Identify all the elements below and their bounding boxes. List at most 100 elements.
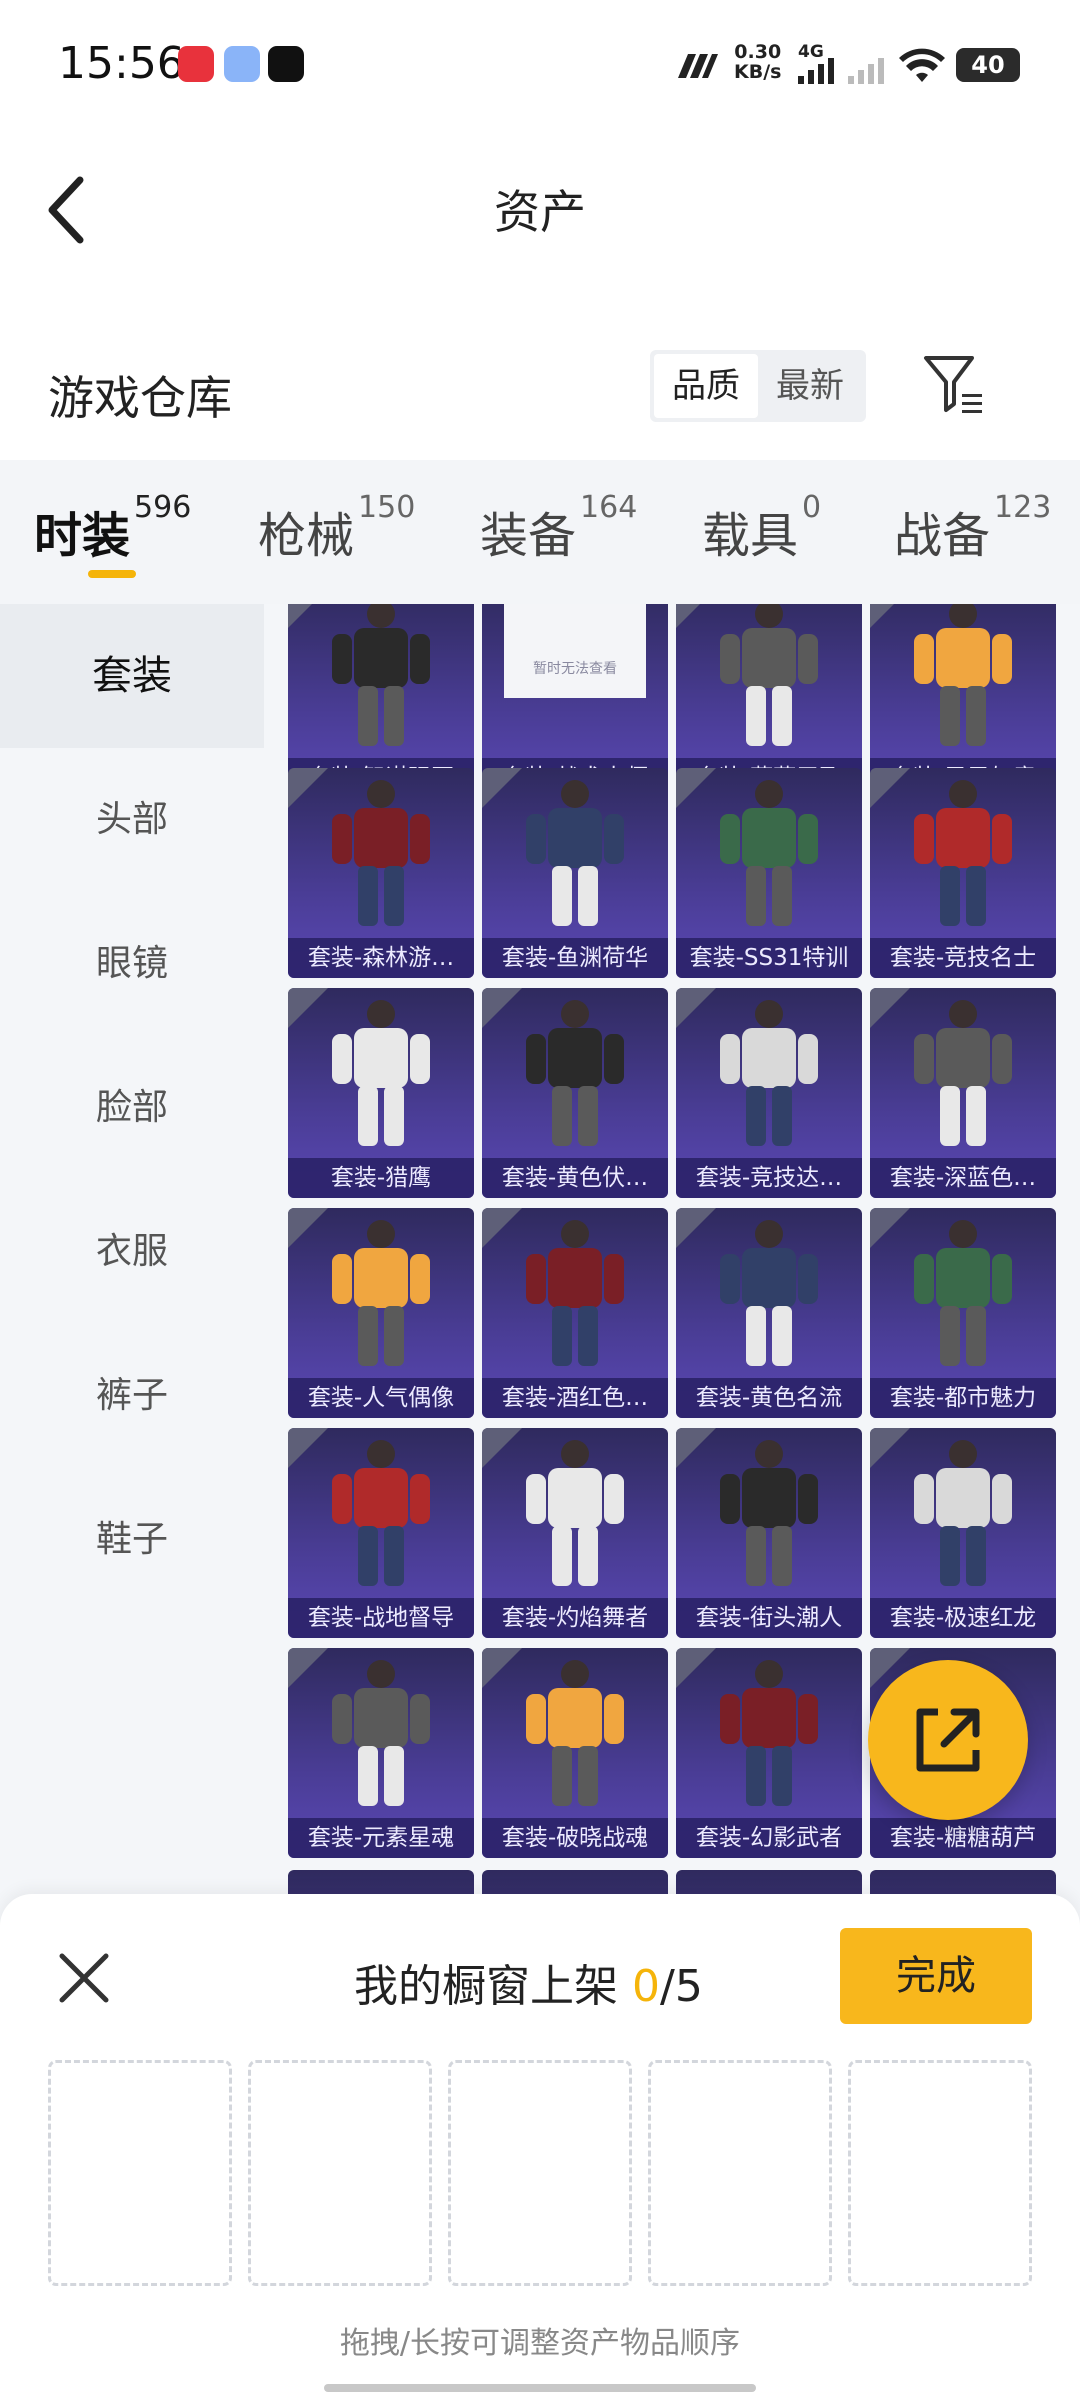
outfit-name: 套装-酒红色… xyxy=(482,1378,668,1418)
check-corner-icon xyxy=(288,988,328,1028)
outfit-card[interactable]: 套装-鱼渊荷华 xyxy=(482,768,668,978)
outfit-card[interactable]: 套装-极速红龙 xyxy=(870,1428,1056,1638)
warehouse-bar: 游戏仓库 品质 最新 xyxy=(0,330,1080,460)
check-corner-icon xyxy=(676,1208,716,1248)
outfit-card[interactable]: 套装-街头潮人 xyxy=(676,1428,862,1638)
showcase-slot-5[interactable] xyxy=(848,2060,1032,2286)
placeholder-text: 暂时无法查看 xyxy=(533,661,617,677)
outfit-card[interactable]: 套装-破晓战魂 xyxy=(482,1648,668,1858)
check-corner-icon xyxy=(870,1428,910,1468)
check-corner-icon xyxy=(482,1428,522,1468)
done-button[interactable]: 完成 xyxy=(840,1928,1032,2024)
sort-newest[interactable]: 最新 xyxy=(758,354,862,418)
outfit-name: 套装-竞技名士 xyxy=(870,938,1056,978)
outfit-name: 套装-街头潮人 xyxy=(676,1598,862,1638)
tab-fashion[interactable]: 时装596 xyxy=(34,490,191,566)
showcase-slot-3[interactable] xyxy=(448,2060,632,2286)
check-corner-icon xyxy=(676,988,716,1028)
signal-icon xyxy=(678,54,718,78)
cell-signal-2-icon xyxy=(848,58,884,84)
check-corner-icon xyxy=(482,1648,522,1688)
outfit-card[interactable]: 套装-幻影武者 xyxy=(676,1648,862,1858)
outfit-name: 套装-元素星魂 xyxy=(288,1818,474,1858)
outfit-card[interactable]: 套装-猎鹰 xyxy=(288,988,474,1198)
outfit-card[interactable]: 套装-都市魅力 xyxy=(870,1208,1056,1418)
cell-signal-icon xyxy=(798,58,834,84)
showcase-sheet: 我的橱窗上架 0/5 完成 拖拽/长按可调整资产物品顺序 xyxy=(0,1894,1080,2400)
net-speed: 0.30 KB/s xyxy=(734,41,782,83)
outfit-name: 套装-战地督导 xyxy=(288,1598,474,1638)
check-corner-icon xyxy=(482,988,522,1028)
sidebar-item-clothes[interactable]: 衣服 xyxy=(0,1180,264,1324)
outfit-card[interactable]: 套装-黄色伏… xyxy=(482,988,668,1198)
sidebar: 套装 头部 眼镜 脸部 衣服 裤子 鞋子 xyxy=(0,604,264,1894)
sidebar-item-pants[interactable]: 裤子 xyxy=(0,1324,264,1468)
outfit-name: 套装-灼焰舞者 xyxy=(482,1598,668,1638)
category-tabs: 时装596 枪械150 装备164 载具0 战备123 xyxy=(0,460,1080,604)
battery-indicator: 40 xyxy=(956,48,1020,82)
check-corner-icon xyxy=(288,768,328,808)
outfit-card-partial[interactable] xyxy=(870,1870,1056,1894)
outfit-name: 套装-极速红龙 xyxy=(870,1598,1056,1638)
outfit-name: 套装-破晓战魂 xyxy=(482,1818,668,1858)
check-corner-icon xyxy=(676,1428,716,1468)
outfit-name: 套装-黄色名流 xyxy=(676,1378,862,1418)
showcase-slot-4[interactable] xyxy=(648,2060,832,2286)
outfit-card[interactable]: 套装-酒红色… xyxy=(482,1208,668,1418)
outfit-card[interactable]: 套装-竞技达… xyxy=(676,988,862,1198)
outfit-name: 套装-都市魅力 xyxy=(870,1378,1056,1418)
check-corner-icon xyxy=(870,1208,910,1248)
sidebar-item-head[interactable]: 头部 xyxy=(0,748,264,892)
outfit-card[interactable]: 套装-深蓝色… xyxy=(870,988,1056,1198)
tab-equipment[interactable]: 装备164 xyxy=(480,490,637,566)
close-icon[interactable] xyxy=(54,1948,114,2008)
outfit-card[interactable]: 套装-人气偶像 xyxy=(288,1208,474,1418)
showcase-slot-1[interactable] xyxy=(48,2060,232,2286)
showcase-title: 我的橱窗上架 0/5 xyxy=(354,1961,703,2012)
showcase-slot-2[interactable] xyxy=(248,2060,432,2286)
outfit-card[interactable]: 套装-灼焰舞者 xyxy=(482,1428,668,1638)
check-corner-icon xyxy=(482,1208,522,1248)
share-button[interactable] xyxy=(868,1660,1028,1820)
outfit-name: 套装-竞技达… xyxy=(676,1158,862,1198)
outfit-card[interactable]: 套装-竞技名士 xyxy=(870,768,1056,978)
outfit-card[interactable]: 套装-元素星魂 xyxy=(288,1648,474,1858)
outfit-card[interactable]: 套装-SS31特训 xyxy=(676,768,862,978)
image-placeholder xyxy=(504,604,646,698)
outfit-name: 套装-人气偶像 xyxy=(288,1378,474,1418)
outfit-name: 套装-森林游… xyxy=(288,938,474,978)
sidebar-item-glasses[interactable]: 眼镜 xyxy=(0,892,264,1036)
outfit-name: 套装-糖糖葫芦 xyxy=(870,1818,1056,1858)
sidebar-item-face[interactable]: 脸部 xyxy=(0,1036,264,1180)
sort-quality[interactable]: 品质 xyxy=(654,354,758,418)
outfit-name: 套装-鱼渊荷华 xyxy=(482,938,668,978)
check-corner-icon xyxy=(870,988,910,1028)
header: 资产 xyxy=(0,130,1080,330)
outfit-card[interactable]: 套装-战地督导 xyxy=(288,1428,474,1638)
warehouse-title: 游戏仓库 xyxy=(48,371,232,425)
home-indicator xyxy=(324,2384,756,2392)
outfit-card-partial[interactable] xyxy=(676,1870,862,1894)
tab-guns[interactable]: 枪械150 xyxy=(258,490,415,566)
wifi-icon xyxy=(899,48,945,82)
check-corner-icon xyxy=(288,1428,328,1468)
page-title: 资产 xyxy=(494,185,586,239)
filter-icon[interactable] xyxy=(922,352,986,416)
outfit-name: 套装-幻影武者 xyxy=(676,1818,862,1858)
check-corner-icon xyxy=(482,768,522,808)
outfit-name: 套装-黄色伏… xyxy=(482,1158,668,1198)
sidebar-item-shoes[interactable]: 鞋子 xyxy=(0,1468,264,1612)
outfit-card-partial[interactable] xyxy=(482,1870,668,1894)
sheet-hint: 拖拽/长按可调整资产物品顺序 xyxy=(339,2326,741,2361)
outfit-card-partial[interactable] xyxy=(288,1870,474,1894)
tab-supplies[interactable]: 战备123 xyxy=(894,490,1051,566)
tab-indicator xyxy=(88,570,136,578)
outfit-name: 套装-猎鹰 xyxy=(288,1158,474,1198)
tab-vehicles[interactable]: 载具0 xyxy=(702,490,821,566)
check-corner-icon xyxy=(288,1208,328,1248)
outfit-card[interactable]: 套装-黄色名流 xyxy=(676,1208,862,1418)
check-corner-icon xyxy=(676,768,716,808)
sidebar-item-sets[interactable]: 套装 xyxy=(0,604,264,748)
check-corner-icon xyxy=(676,604,700,628)
outfit-card[interactable]: 套装-森林游… xyxy=(288,768,474,978)
